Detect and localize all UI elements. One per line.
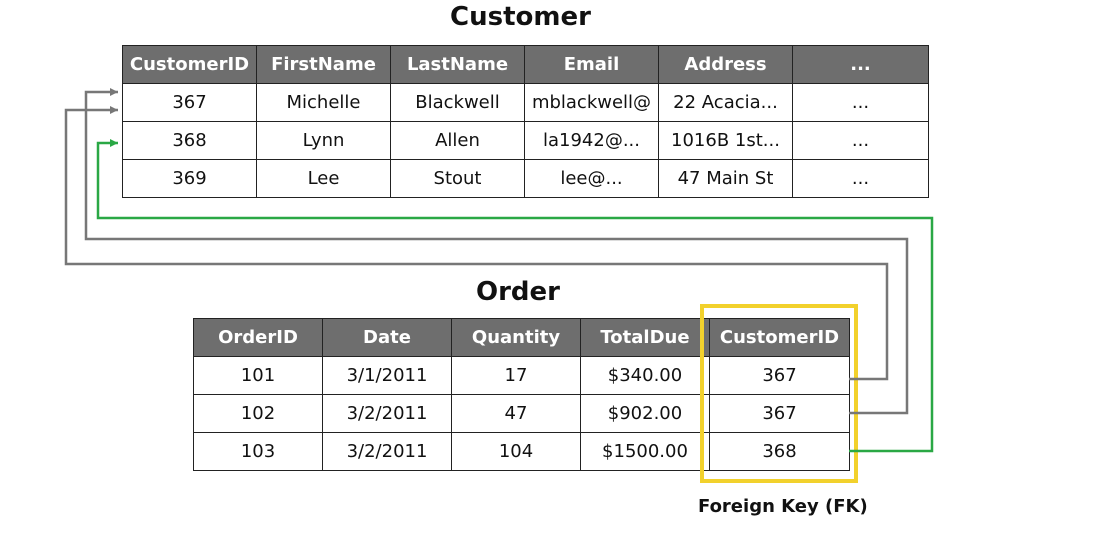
connector-order-101-to-customer-367 (64, 106, 889, 381)
relationship-connectors (64, 88, 934, 453)
connector-order-102-to-customer-367 (84, 88, 909, 415)
connector-order-103-to-customer-368 (96, 139, 934, 453)
